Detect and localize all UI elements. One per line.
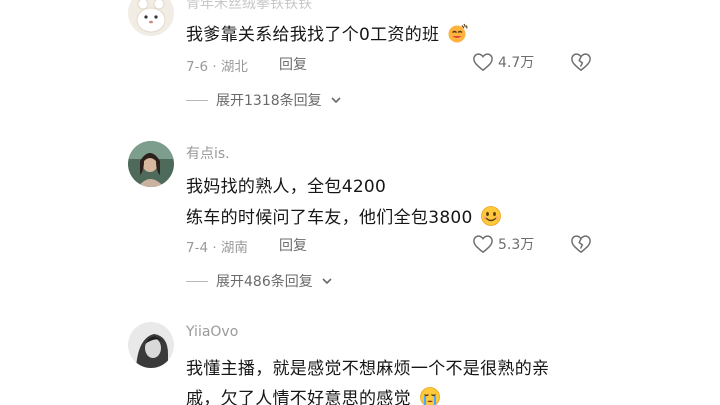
comment-date-location: 7-4 · 湖南 xyxy=(186,240,248,256)
avatar[interactable] xyxy=(128,322,174,368)
avatar[interactable] xyxy=(128,141,174,187)
divider xyxy=(186,99,208,101)
comment-text-line: 我妈找的熟人，全包4200 xyxy=(186,177,387,197)
divider xyxy=(186,280,208,282)
comment-text: 戚，欠了人情不好意思的感觉 xyxy=(186,389,411,405)
dislike-button[interactable] xyxy=(570,52,592,76)
reply-button[interactable]: 回复 xyxy=(279,235,307,255)
username[interactable]: YiiaOvo xyxy=(186,324,238,340)
heart-icon xyxy=(473,235,493,254)
like-count: 5.3万 xyxy=(498,237,535,253)
username[interactable]: 青年禾丝绒拳铁铁铁 xyxy=(186,0,312,13)
comment-text: 练车的时候问了车友，他们全包3800 xyxy=(186,208,473,228)
avatar[interactable] xyxy=(128,0,174,36)
expand-replies-button[interactable]: 展开486条回复 xyxy=(186,271,333,291)
expand-replies-button[interactable]: 展开1318条回复 xyxy=(186,90,342,110)
username[interactable]: 有点is. xyxy=(186,143,230,163)
heart-icon xyxy=(473,53,493,72)
dislike-button[interactable] xyxy=(570,234,592,258)
like-button[interactable]: 4.7万 xyxy=(472,52,534,72)
like-count: 4.7万 xyxy=(498,55,535,71)
reply-button[interactable]: 回复 xyxy=(279,54,307,74)
comment-section: 青年禾丝绒拳铁铁铁 我爹靠关系给我找了个0工资的班 7-6 · 湖北 回复 4.… xyxy=(0,0,720,405)
crying-face-icon xyxy=(419,386,441,405)
broken-heart-icon xyxy=(571,53,591,72)
like-button[interactable]: 5.3万 xyxy=(472,234,534,254)
comment-text-line: 练车的时候问了车友，他们全包3800 xyxy=(186,203,502,232)
comment-date-location: 7-6 · 湖北 xyxy=(186,59,248,75)
comment-text: 我爹靠关系给我找了个0工资的班 xyxy=(186,25,440,45)
comment-text-line: 戚，欠了人情不好意思的感觉 xyxy=(186,384,441,405)
face-with-sweat-icon xyxy=(447,23,469,48)
expand-replies-label: 展开486条回复 xyxy=(216,274,313,290)
broken-heart-icon xyxy=(571,235,591,254)
chevron-down-icon xyxy=(331,97,341,104)
comment-text-line: 我懂主播，就是感觉不想麻烦一个不是很熟的亲 xyxy=(186,359,550,379)
chevron-down-icon xyxy=(322,278,332,285)
smiling-face-icon xyxy=(480,205,502,232)
expand-replies-label: 展开1318条回复 xyxy=(216,93,322,109)
comment-text-line: 我爹靠关系给我找了个0工资的班 xyxy=(186,20,469,48)
